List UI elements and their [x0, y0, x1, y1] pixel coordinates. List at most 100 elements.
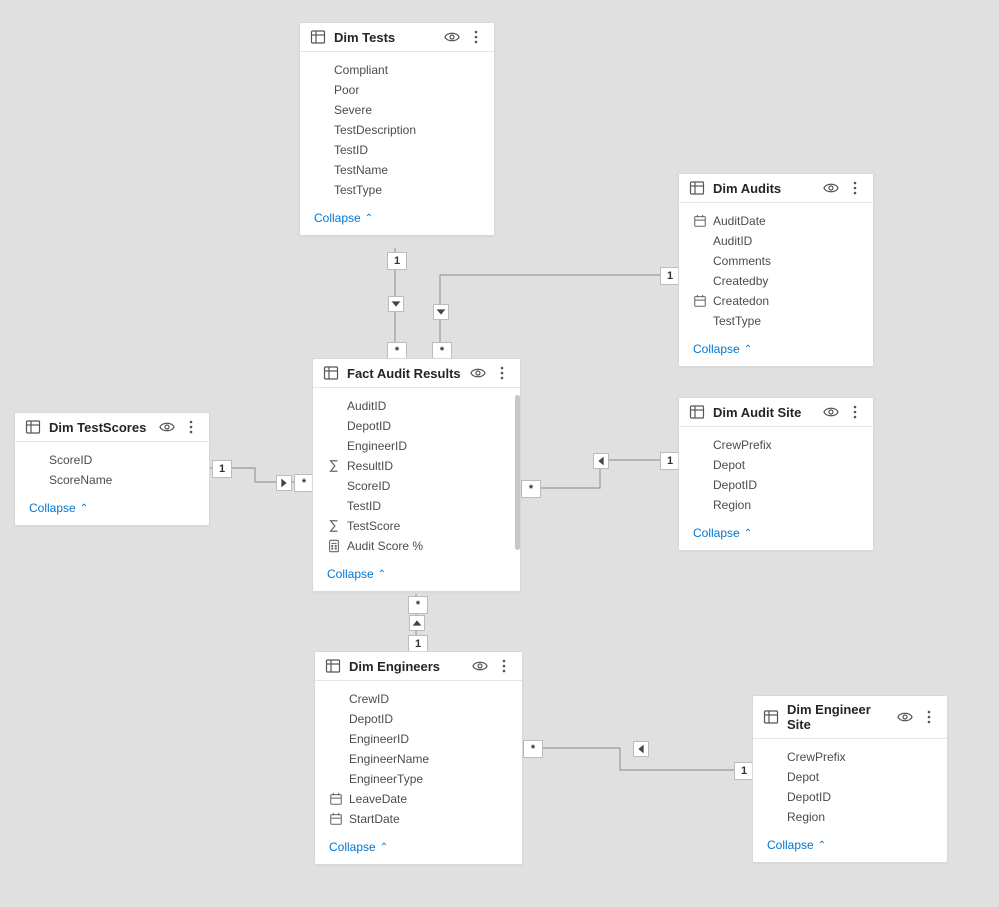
table-header[interactable]: Dim Audits: [679, 174, 873, 203]
field-row[interactable]: •CrewID: [329, 689, 508, 709]
field-row[interactable]: •Depot: [767, 767, 933, 787]
chevron-up-icon: ⌃: [744, 528, 752, 539]
field-row[interactable]: •Region: [767, 807, 933, 827]
field-row[interactable]: •TestType: [693, 311, 859, 331]
field-row[interactable]: •Comments: [693, 251, 859, 271]
table-header[interactable]: Dim Engineer Site: [753, 696, 947, 739]
field-row[interactable]: •AuditID: [693, 231, 859, 251]
field-row[interactable]: LeaveDate: [329, 789, 508, 809]
field-row[interactable]: •DepotID: [767, 787, 933, 807]
collapse-link[interactable]: Collapse⌃: [693, 526, 752, 540]
collapse-link[interactable]: Collapse⌃: [329, 840, 388, 854]
field-row[interactable]: •Poor: [314, 80, 480, 100]
filter-arrow-right-icon: [276, 475, 292, 491]
table-header[interactable]: Fact Audit Results: [313, 359, 520, 388]
collapse-link[interactable]: Collapse ⌃: [314, 211, 373, 225]
field-row[interactable]: •CrewPrefix: [767, 747, 933, 767]
field-row[interactable]: Audit Score %: [327, 536, 506, 556]
collapse-link[interactable]: Collapse⌃: [29, 501, 88, 515]
collapse-link[interactable]: Collapse⌃: [693, 342, 752, 356]
table-title: Dim Tests: [334, 30, 444, 45]
filter-arrow-down-icon: [388, 296, 404, 312]
table-more-icon[interactable]: [496, 658, 512, 674]
visibility-toggle-icon[interactable]: [472, 658, 488, 674]
cardinality-one: 1: [660, 267, 680, 285]
field-row[interactable]: •Depot: [693, 455, 859, 475]
filter-arrow-up-icon: [409, 615, 425, 631]
field-row[interactable]: •Severe: [314, 100, 480, 120]
visibility-toggle-icon[interactable]: [444, 29, 460, 45]
field-row[interactable]: StartDate: [329, 809, 508, 829]
field-row[interactable]: •DepotID: [693, 475, 859, 495]
field-row[interactable]: •ScoreName: [29, 470, 195, 490]
field-row[interactable]: •TestName: [314, 160, 480, 180]
table-fact-audit-results[interactable]: Fact Audit Results •AuditID •DepotID •En…: [312, 358, 521, 592]
table-more-icon[interactable]: [183, 419, 199, 435]
field-row[interactable]: •EngineerID: [327, 436, 506, 456]
field-row[interactable]: •TestType: [314, 180, 480, 200]
cardinality-one: 1: [660, 452, 680, 470]
field-row[interactable]: •Compliant: [314, 60, 480, 80]
table-dim-engineers[interactable]: Dim Engineers •CrewID •DepotID •Engineer…: [314, 651, 523, 865]
field-row[interactable]: •EngineerID: [329, 729, 508, 749]
table-dim-testscores[interactable]: Dim TestScores •ScoreID •ScoreName Colla…: [14, 412, 210, 526]
visibility-toggle-icon[interactable]: [159, 419, 175, 435]
table-icon: [310, 29, 326, 45]
table-header[interactable]: Dim TestScores: [15, 413, 209, 442]
table-header[interactable]: Dim Audit Site: [679, 398, 873, 427]
table-more-icon[interactable]: [494, 365, 510, 381]
field-list: •Compliant •Poor •Severe •TestDescriptio…: [300, 52, 494, 204]
field-row[interactable]: •ScoreID: [327, 476, 506, 496]
field-row[interactable]: •DepotID: [329, 709, 508, 729]
table-dim-audit-site[interactable]: Dim Audit Site •CrewPrefix •Depot •Depot…: [678, 397, 874, 551]
visibility-toggle-icon[interactable]: [897, 709, 913, 725]
field-row[interactable]: •Region: [693, 495, 859, 515]
model-canvas[interactable]: 1 * 1 * 1 * 1 * 1 * 1 * Dim Tests: [0, 0, 999, 907]
table-more-icon[interactable]: [468, 29, 484, 45]
field-row[interactable]: •EngineerType: [329, 769, 508, 789]
field-row[interactable]: •TestID: [327, 496, 506, 516]
table-dim-tests[interactable]: Dim Tests •Compliant •Poor •Severe •Test…: [299, 22, 495, 236]
collapse-link[interactable]: Collapse⌃: [767, 838, 826, 852]
cardinality-many: *: [408, 596, 428, 614]
calculator-icon: [327, 539, 341, 553]
field-row[interactable]: •Createdby: [693, 271, 859, 291]
field-row[interactable]: •CrewPrefix: [693, 435, 859, 455]
visibility-toggle-icon[interactable]: [470, 365, 486, 381]
field-row[interactable]: •EngineerName: [329, 749, 508, 769]
scrollbar[interactable]: [515, 395, 520, 550]
field-row[interactable]: •TestDescription: [314, 120, 480, 140]
chevron-up-icon: ⌃: [80, 503, 88, 514]
table-more-icon[interactable]: [847, 180, 863, 196]
table-dim-engineer-site[interactable]: Dim Engineer Site •CrewPrefix •Depot •De…: [752, 695, 948, 863]
table-header[interactable]: Dim Tests: [300, 23, 494, 52]
cardinality-many: *: [294, 474, 314, 492]
date-icon: [693, 214, 707, 228]
date-icon: [693, 294, 707, 308]
field-list: •ScoreID •ScoreName: [15, 442, 209, 494]
field-row[interactable]: •TestID: [314, 140, 480, 160]
field-row[interactable]: TestScore: [327, 516, 506, 536]
table-title: Fact Audit Results: [347, 366, 470, 381]
field-row[interactable]: ResultID: [327, 456, 506, 476]
visibility-toggle-icon[interactable]: [823, 404, 839, 420]
date-icon: [329, 792, 343, 806]
field-row[interactable]: •DepotID: [327, 416, 506, 436]
table-icon: [689, 180, 705, 196]
table-header[interactable]: Dim Engineers: [315, 652, 522, 681]
table-dim-audits[interactable]: Dim Audits AuditDate •AuditID •Comments …: [678, 173, 874, 367]
visibility-toggle-icon[interactable]: [823, 180, 839, 196]
sigma-icon: [327, 519, 341, 533]
chevron-up-icon: ⌃: [378, 569, 386, 580]
field-row[interactable]: AuditDate: [693, 211, 859, 231]
field-row[interactable]: •ScoreID: [29, 450, 195, 470]
table-more-icon[interactable]: [847, 404, 863, 420]
field-row[interactable]: •AuditID: [327, 396, 506, 416]
table-more-icon[interactable]: [921, 709, 937, 725]
table-icon: [323, 365, 339, 381]
table-title: Dim Engineer Site: [787, 702, 897, 732]
collapse-link[interactable]: Collapse⌃: [327, 567, 386, 581]
field-row[interactable]: Createdon: [693, 291, 859, 311]
table-icon: [25, 419, 41, 435]
cardinality-many: *: [523, 740, 543, 758]
